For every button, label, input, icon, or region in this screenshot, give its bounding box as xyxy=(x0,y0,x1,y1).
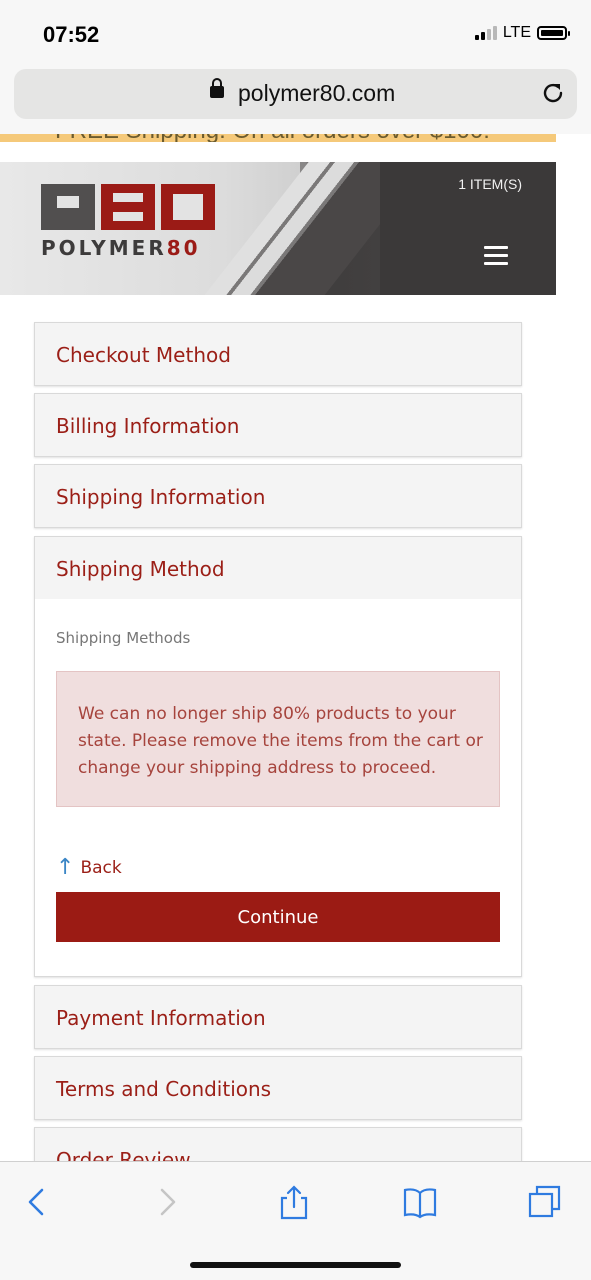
section-shipping-method: Shipping Method Shipping Methods We can … xyxy=(34,536,522,977)
shipping-methods-label: Shipping Methods xyxy=(56,629,191,647)
back-link[interactable]: ↑ Back xyxy=(56,857,122,879)
browser-address-area: polymer80.com xyxy=(0,66,591,134)
section-title: Payment Information xyxy=(56,1006,266,1030)
back-label: Back xyxy=(80,858,122,878)
section-title: Checkout Method xyxy=(56,343,231,367)
reload-icon[interactable] xyxy=(541,81,565,105)
section-title: Shipping Information xyxy=(56,485,266,509)
site-header: POLYMER80 1 ITEM(S) xyxy=(0,162,556,295)
forward-nav-icon[interactable] xyxy=(150,1184,186,1220)
home-indicator[interactable] xyxy=(190,1262,401,1268)
signal-icon xyxy=(474,26,497,40)
status-time: 07:52 xyxy=(43,22,100,47)
tabs-icon[interactable] xyxy=(527,1184,563,1220)
section-billing-information[interactable]: Billing Information xyxy=(34,393,522,457)
share-icon[interactable] xyxy=(276,1184,312,1220)
logo-wordmark[interactable]: POLYMER80 xyxy=(41,236,201,260)
browser-toolbar xyxy=(0,1161,591,1280)
section-title: Terms and Conditions xyxy=(56,1077,272,1101)
promo-text: FREE Shipping: On all orders over $100! xyxy=(55,134,490,142)
site-logo[interactable] xyxy=(41,184,215,230)
menu-icon[interactable] xyxy=(484,246,508,266)
section-title: Billing Information xyxy=(56,414,240,438)
section-payment-information[interactable]: Payment Information xyxy=(34,985,522,1049)
bookmarks-icon[interactable] xyxy=(402,1184,438,1220)
continue-button[interactable]: Continue xyxy=(56,892,500,942)
status-icons: LTE xyxy=(474,24,570,42)
cart-count[interactable]: 1 ITEM(S) xyxy=(458,176,522,192)
section-shipping-information[interactable]: Shipping Information xyxy=(34,464,522,528)
arrow-up-icon: ↑ xyxy=(56,855,75,880)
back-nav-icon[interactable] xyxy=(20,1184,56,1220)
promo-banner: FREE Shipping: On all orders over $100! xyxy=(0,134,556,142)
status-bar: 07:52 LTE xyxy=(0,0,591,66)
error-alert: We can no longer ship 80% products to yo… xyxy=(56,671,500,807)
lock-icon xyxy=(210,78,224,98)
network-label: LTE xyxy=(502,24,531,41)
address-domain: polymer80.com xyxy=(238,80,396,106)
section-terms-and-conditions[interactable]: Terms and Conditions xyxy=(34,1056,522,1120)
section-checkout-method[interactable]: Checkout Method xyxy=(34,322,522,386)
section-title: Shipping Method xyxy=(56,557,225,581)
battery-icon xyxy=(537,26,570,40)
error-message: We can no longer ship 80% products to yo… xyxy=(78,704,483,778)
address-bar[interactable]: polymer80.com xyxy=(14,69,577,119)
